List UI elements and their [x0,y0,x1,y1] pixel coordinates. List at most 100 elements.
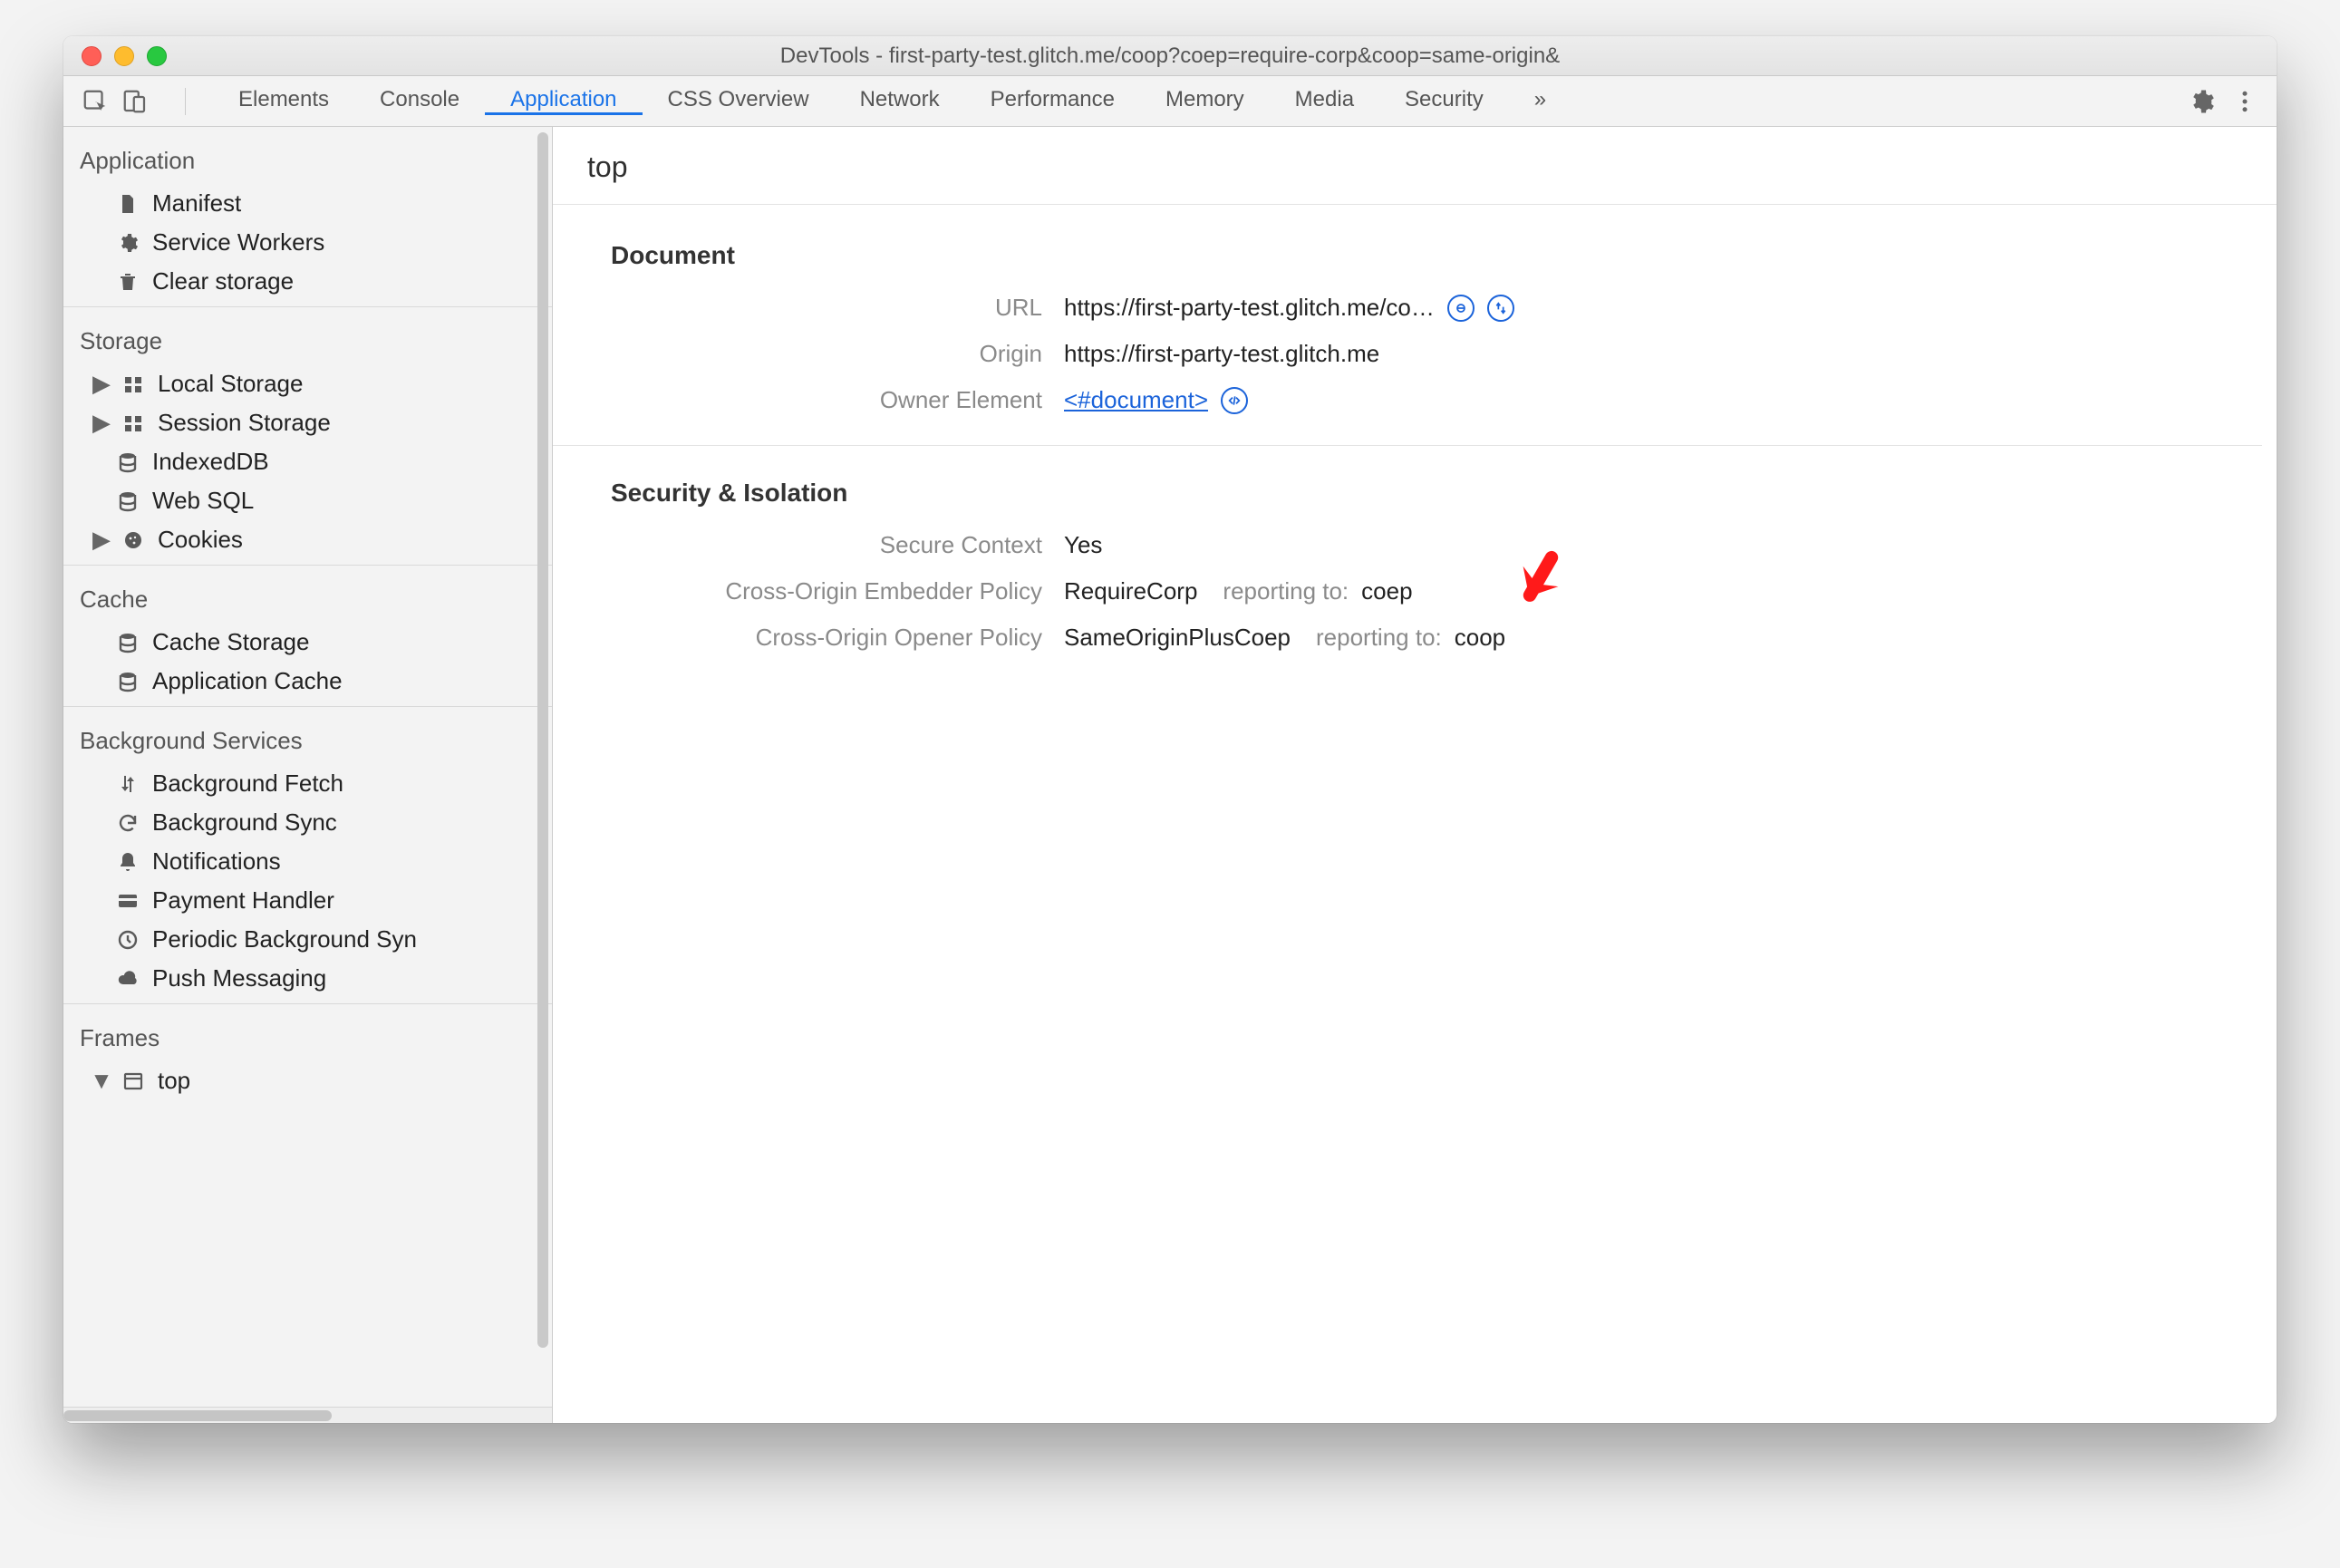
chevron-right-icon: ▶ [94,526,109,554]
sync-icon [114,812,141,834]
label-coop-reporting: reporting to: [1316,624,1442,652]
section-divider [553,445,2262,446]
value-origin: https://first-party-test.glitch.me [1064,340,1379,368]
label-origin: Origin [611,340,1064,368]
value-coop-reporting: coop [1455,624,1505,652]
tab-overflow[interactable]: » [1509,87,1571,115]
sidebar-item-label: Service Workers [152,228,324,256]
chevron-right-icon: ▶ [94,370,109,398]
tab-separator [185,88,186,115]
updown-icon [114,773,141,795]
owner-element-link[interactable]: <#document> [1064,386,1208,414]
sidebar-group-frames: Frames ▼ top [63,1004,552,1106]
window-title: DevTools - first-party-test.glitch.me/co… [63,44,2277,69]
tab-memory[interactable]: Memory [1140,87,1270,115]
value-coep: RequireCorp [1064,577,1197,605]
bell-icon [114,851,141,873]
sidebar-group-cache: Cache Cache Storage Application Cache [63,566,552,707]
reveal-in-network-icon[interactable] [1487,295,1514,322]
sidebar-item-clear-storage[interactable]: Clear storage [63,262,552,301]
sidebar-item-label: IndexedDB [152,448,269,476]
gear-icon [114,232,141,254]
sidebar-item-session-storage[interactable]: ▶ Session Storage [63,403,552,442]
inspect-icon[interactable] [82,88,109,115]
clock-icon [114,929,141,951]
sidebar-item-application-cache[interactable]: Application Cache [63,662,552,701]
sidebar-item-label: Payment Handler [152,886,334,915]
reveal-in-elements-icon[interactable] [1221,387,1248,414]
sidebar-item-frame-top[interactable]: ▼ top [63,1061,552,1100]
row-origin: Origin https://first-party-test.glitch.m… [611,340,2262,368]
sidebar-item-background-fetch[interactable]: Background Fetch [63,764,552,803]
tab-css-overview[interactable]: CSS Overview [643,87,835,115]
device-toolbar-icon[interactable] [121,88,149,115]
sidebar-group-storage: Storage ▶ Local Storage ▶ Session Storag… [63,307,552,566]
db-icon [114,671,141,692]
sidebar-item-local-storage[interactable]: ▶ Local Storage [63,364,552,403]
value-coep-reporting: coep [1361,577,1412,605]
cookie-icon [120,529,147,551]
grid-icon [120,373,147,395]
tab-bar: Elements Console Application CSS Overvie… [63,76,2277,127]
application-sidebar: Application Manifest Service Workers Cle… [63,127,553,1423]
file-icon [114,193,141,215]
sidebar-item-label: Cache Storage [152,628,309,656]
sidebar-group-application: Application Manifest Service Workers Cle… [63,127,552,307]
tab-network[interactable]: Network [835,87,965,115]
devtools-window: DevTools - first-party-test.glitch.me/co… [63,36,2277,1423]
sidebar-item-cache-storage[interactable]: Cache Storage [63,623,552,662]
tab-performance[interactable]: Performance [965,87,1140,115]
db-icon [114,632,141,653]
kebab-menu-icon[interactable] [2231,88,2258,115]
sidebar-item-background-sync[interactable]: Background Sync [63,803,552,842]
sidebar-scroll[interactable]: Application Manifest Service Workers Cle… [63,127,552,1407]
sidebar-item-label: top [158,1067,190,1095]
scrollbar-thumb[interactable] [63,1410,332,1421]
section-security-title: Security & Isolation [611,479,2262,508]
sidebar-heading-frames: Frames [63,1017,552,1061]
sidebar-item-service-workers[interactable]: Service Workers [63,223,552,262]
tab-console[interactable]: Console [354,87,485,115]
sidebar-item-push-messaging[interactable]: Push Messaging [63,959,552,998]
tab-media[interactable]: Media [1270,87,1379,115]
row-owner-element: Owner Element <#document> [611,386,2262,414]
tab-security[interactable]: Security [1379,87,1509,115]
label-owner-element: Owner Element [611,386,1064,414]
label-coep: Cross-Origin Embedder Policy [611,577,1064,605]
sidebar-item-payment-handler[interactable]: Payment Handler [63,881,552,920]
scrollbar-thumb[interactable] [537,132,548,1348]
sidebar-item-label: Periodic Background Syn [152,925,417,953]
main-panel: top Document URL https://first-party-tes… [553,127,2277,1423]
sidebar-item-label: Web SQL [152,487,254,515]
sidebar-item-label: Notifications [152,847,281,876]
sidebar-item-label: Background Fetch [152,769,343,798]
value-coop: SameOriginPlusCoep [1064,624,1291,652]
label-secure-context: Secure Context [611,531,1064,559]
value-secure-context: Yes [1064,531,1102,559]
copy-icon[interactable] [1447,295,1475,322]
tab-elements[interactable]: Elements [213,87,354,115]
sidebar-horizontal-scrollbar[interactable] [63,1407,552,1423]
section-document-title: Document [611,241,2262,270]
sidebar-item-notifications[interactable]: Notifications [63,842,552,881]
sidebar-item-label: Push Messaging [152,964,326,992]
sidebar-item-label: Cookies [158,526,243,554]
sidebar-heading-storage: Storage [63,320,552,364]
sidebar-item-label: Session Storage [158,409,331,437]
trash-icon [114,271,141,293]
sidebar-item-label: Manifest [152,189,241,218]
tab-application[interactable]: Application [485,87,642,115]
sidebar-item-label: Local Storage [158,370,303,398]
label-coep-reporting: reporting to: [1223,577,1349,605]
settings-gear-icon[interactable] [2188,88,2215,115]
sidebar-item-manifest[interactable]: Manifest [63,184,552,223]
sidebar-item-periodic-background-sync[interactable]: Periodic Background Syn [63,920,552,959]
sidebar-vertical-scrollbar[interactable] [532,127,552,1407]
label-coop: Cross-Origin Opener Policy [611,624,1064,652]
sidebar-item-cookies[interactable]: ▶ Cookies [63,520,552,559]
sidebar-item-indexeddb[interactable]: IndexedDB [63,442,552,481]
sidebar-group-background-services: Background Services Background Fetch Bac… [63,707,552,1004]
sidebar-item-websql[interactable]: Web SQL [63,481,552,520]
label-url: URL [611,294,1064,322]
value-url: https://first-party-test.glitch.me/co… [1064,294,1435,322]
